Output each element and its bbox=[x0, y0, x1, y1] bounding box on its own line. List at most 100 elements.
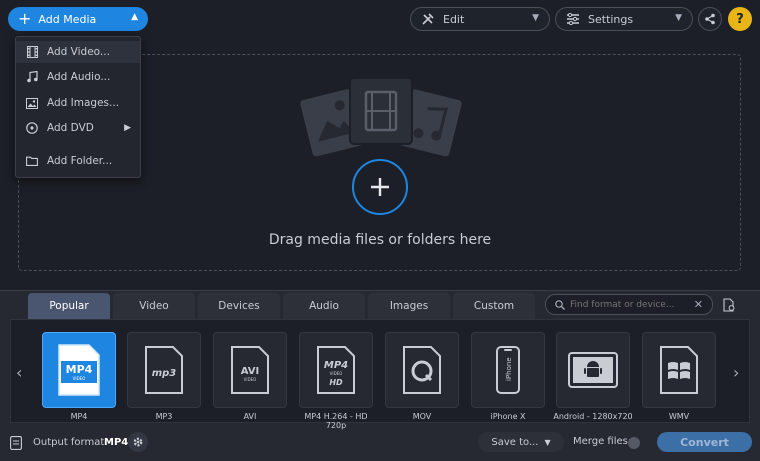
convert-button[interactable]: Convert bbox=[657, 432, 752, 452]
svg-text:mp3: mp3 bbox=[152, 368, 177, 379]
disc-icon bbox=[25, 122, 39, 134]
format-strip bbox=[10, 319, 750, 423]
svg-text:MP4: MP4 bbox=[66, 363, 93, 376]
scroll-right-icon[interactable]: › bbox=[733, 363, 739, 382]
tab-devices[interactable]: Devices bbox=[198, 293, 280, 319]
format-tile-mov[interactable] bbox=[385, 332, 459, 408]
image-icon bbox=[25, 97, 39, 109]
sliders-icon bbox=[566, 13, 580, 25]
svg-text:MP4: MP4 bbox=[324, 360, 348, 371]
edit-label: Edit bbox=[443, 12, 465, 26]
avi-file-icon: AVIVIDEO bbox=[231, 346, 269, 394]
plus-icon bbox=[371, 178, 389, 196]
edit-button[interactable]: Edit ▼ bbox=[410, 7, 550, 31]
add-media-menu: Add Video... Add Audio... Add Images... … bbox=[15, 36, 141, 178]
settings-button[interactable]: Settings ▼ bbox=[555, 7, 693, 31]
chevron-down-icon: ▼ bbox=[544, 437, 551, 447]
svg-text:iPhone: iPhone bbox=[505, 357, 513, 381]
tab-label: Audio bbox=[309, 300, 339, 312]
search-icon bbox=[555, 299, 565, 310]
share-button[interactable] bbox=[698, 7, 722, 31]
scroll-left-icon[interactable]: ‹ bbox=[16, 363, 22, 382]
tab-audio[interactable]: Audio bbox=[283, 293, 365, 319]
menu-item-add-audio[interactable]: Add Audio... bbox=[16, 66, 140, 88]
chevron-right-icon: ▶ bbox=[124, 123, 131, 133]
save-to-label: Save to... bbox=[491, 436, 539, 448]
help-button[interactable]: ? bbox=[728, 7, 752, 31]
top-toolbar: + Add Media ▲ Edit ▼ Settings ▼ ? bbox=[0, 0, 760, 40]
tab-label: Devices bbox=[218, 300, 260, 312]
file-gear-icon bbox=[723, 298, 735, 312]
menu-item-add-video[interactable]: Add Video... bbox=[16, 41, 140, 63]
output-format-value: MP4 bbox=[104, 437, 129, 448]
add-media-button[interactable]: + Add Media ▲ bbox=[8, 7, 148, 31]
format-label: MP4 bbox=[70, 412, 88, 421]
output-format-icon bbox=[10, 436, 22, 453]
menu-item-label: Add Images... bbox=[47, 97, 120, 109]
phone-icon: iPhone bbox=[496, 346, 520, 394]
dropzone-hint: Drag media files or folders here bbox=[268, 232, 492, 248]
media-types-illustration bbox=[300, 77, 462, 157]
format-label: MOV bbox=[412, 412, 432, 421]
share-icon bbox=[705, 13, 715, 25]
plus-icon: + bbox=[18, 9, 32, 28]
add-files-button[interactable] bbox=[352, 159, 408, 215]
menu-item-label: Add DVD bbox=[47, 122, 94, 134]
format-label: MP3 bbox=[155, 412, 173, 421]
chevron-up-icon: ▲ bbox=[131, 12, 138, 22]
settings-label: Settings bbox=[588, 12, 634, 26]
tab-popular[interactable]: Popular bbox=[28, 293, 110, 319]
format-settings-button[interactable] bbox=[719, 296, 739, 314]
output-format-label: Output format: bbox=[33, 437, 108, 448]
clear-search-icon[interactable]: ✕ bbox=[694, 298, 703, 311]
svg-text:VIDEO: VIDEO bbox=[244, 377, 257, 382]
merge-files-toggle[interactable] bbox=[628, 437, 640, 449]
format-label: Android - 1280x720 bbox=[553, 412, 633, 421]
help-label: ? bbox=[736, 11, 744, 27]
svg-text:VIDEO: VIDEO bbox=[330, 371, 343, 376]
format-tile-mp3[interactable]: mp3 bbox=[127, 332, 201, 408]
svg-text:HD: HD bbox=[329, 378, 343, 387]
tab-label: Images bbox=[389, 300, 429, 312]
output-settings-button[interactable] bbox=[128, 432, 148, 452]
format-tile-iphone-x[interactable]: iPhone bbox=[471, 332, 545, 408]
chevron-down-icon: ▼ bbox=[532, 13, 539, 23]
format-search: ✕ bbox=[545, 294, 713, 315]
tab-label: Video bbox=[139, 300, 169, 312]
menu-item-add-dvd[interactable]: Add DVD ▶ bbox=[16, 117, 140, 139]
format-tile-mp4[interactable]: MP4 VIDEO bbox=[42, 332, 116, 408]
add-media-label: Add Media bbox=[38, 12, 97, 26]
tab-custom[interactable]: Custom bbox=[453, 293, 535, 319]
android-tablet-icon bbox=[568, 352, 618, 388]
tab-label: Popular bbox=[49, 300, 89, 312]
format-label: AVI bbox=[243, 412, 257, 421]
tab-label: Custom bbox=[473, 300, 515, 312]
folder-icon bbox=[25, 156, 39, 166]
menu-item-label: Add Video... bbox=[47, 46, 110, 58]
chevron-down-icon: ▼ bbox=[675, 13, 682, 23]
menu-item-add-images[interactable]: Add Images... bbox=[16, 92, 140, 114]
wmv-file-icon bbox=[660, 346, 698, 394]
save-to-button[interactable]: Save to... ▼ bbox=[478, 432, 564, 452]
format-tile-wmv[interactable] bbox=[642, 332, 716, 408]
menu-item-label: Add Folder... bbox=[47, 155, 113, 167]
format-tile-mp4-hd[interactable]: MP4 VIDEO HD bbox=[299, 332, 373, 408]
music-note-icon bbox=[25, 71, 39, 83]
film-icon bbox=[25, 46, 39, 58]
search-input[interactable] bbox=[570, 299, 690, 310]
svg-text:AVI: AVI bbox=[241, 366, 260, 377]
merge-files-label: Merge files: bbox=[573, 436, 632, 447]
tab-images[interactable]: Images bbox=[368, 293, 450, 319]
format-label: WMV bbox=[668, 412, 690, 421]
tools-icon bbox=[421, 12, 435, 26]
mp4-file-icon: MP4VIDEO bbox=[58, 344, 100, 396]
menu-item-add-folder[interactable]: Add Folder... bbox=[16, 150, 140, 172]
mov-file-icon bbox=[403, 346, 441, 394]
tab-video[interactable]: Video bbox=[113, 293, 195, 319]
convert-label: Convert bbox=[680, 435, 729, 449]
format-tile-avi[interactable]: AVI VIDEO bbox=[213, 332, 287, 408]
format-tile-android[interactable] bbox=[556, 332, 630, 408]
gear-icon bbox=[133, 437, 143, 447]
mp3-file-icon: mp3 bbox=[145, 346, 183, 394]
menu-item-label: Add Audio... bbox=[47, 71, 111, 83]
